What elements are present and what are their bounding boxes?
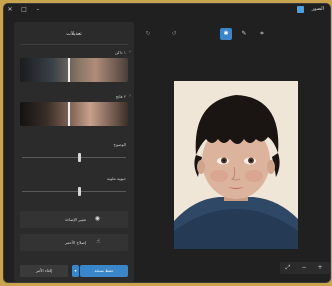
filter-thumbnail-light[interactable] (20, 102, 128, 126)
filter-thumbnail-dark[interactable] (20, 58, 128, 82)
eye-icon: ◉ (94, 215, 100, 222)
title-bar: ✕ □ – الصور (4, 4, 330, 16)
redo-icon[interactable]: ↻ (142, 28, 154, 40)
zoom-controls: ⤢ − + (280, 262, 330, 274)
zoom-in-button[interactable]: + (314, 262, 326, 274)
split-line (68, 102, 70, 126)
minimize-button[interactable]: – (34, 5, 42, 14)
photos-app-icon (297, 6, 304, 13)
app-window: ✕ □ – الصور ↻ ↺ ✱ ✎ ⌗ تعديلات ١ داكن ٢ ف… (4, 4, 330, 282)
photo-preview[interactable] (174, 81, 298, 249)
clarity-label: الوضوح (113, 142, 126, 147)
vibrance-slider[interactable] (22, 187, 126, 196)
zoom-out-button[interactable]: − (298, 262, 310, 274)
clarity-slider[interactable] (22, 153, 126, 162)
adjustments-panel: تعديلات ١ داكن ٢ فاتح الوضوح حيوية ملونة… (14, 22, 134, 282)
divider (20, 44, 128, 45)
app-title: الصور (311, 6, 324, 12)
portrait-image (174, 81, 298, 249)
red-eye-button-label: إصلاح الأحمر (64, 240, 86, 245)
restore-button[interactable]: □ (20, 5, 28, 14)
undo-icon[interactable]: ↺ (168, 28, 180, 40)
lighting-button[interactable]: ◉ تغيير الإضاءة (20, 211, 128, 228)
panel-title: تعديلات (66, 31, 82, 37)
filter-label-dark: ١ داكن (115, 49, 132, 55)
pen-icon[interactable]: ✎ (238, 28, 250, 40)
fit-icon[interactable]: ⤢ (282, 262, 294, 274)
red-eye-button[interactable]: ☝ إصلاح الأحمر (20, 234, 128, 251)
lighting-button-label: تغيير الإضاءة (65, 217, 86, 222)
filter-label-light: ٢ فاتح (116, 93, 132, 99)
clarity-slider-thumb[interactable] (78, 153, 81, 162)
save-copy-button[interactable]: حفظ نسخة (80, 265, 128, 277)
hand-icon: ☝ (96, 238, 100, 245)
cancel-button[interactable]: إلغاء الأمر (20, 265, 68, 277)
adjust-icon[interactable]: ✱ (220, 28, 232, 40)
split-line (68, 58, 70, 82)
save-options-dropdown[interactable]: ▾ (72, 265, 79, 277)
crop-icon[interactable]: ⌗ (256, 28, 268, 40)
vibrance-label: حيوية ملونة (106, 176, 126, 181)
vibrance-slider-thumb[interactable] (78, 187, 81, 196)
close-button[interactable]: ✕ (6, 5, 14, 14)
